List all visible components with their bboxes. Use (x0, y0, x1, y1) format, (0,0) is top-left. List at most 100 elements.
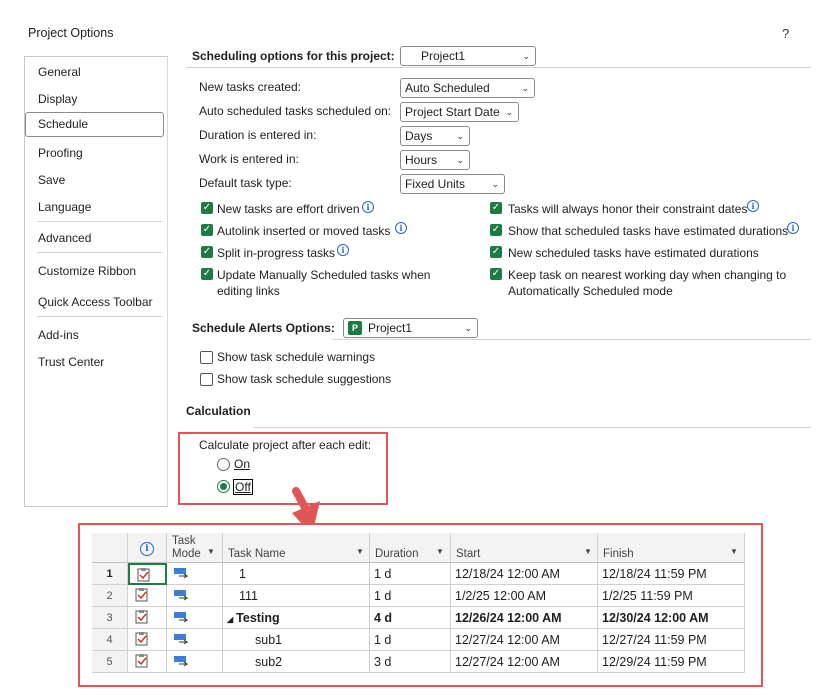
row-number[interactable]: 5 (92, 651, 128, 673)
row-number[interactable]: 3 (92, 607, 128, 629)
duration-cell[interactable]: 1 d (370, 629, 451, 651)
grid-corner[interactable] (92, 533, 128, 563)
task-name-column-header[interactable]: Task Name ▼ (223, 533, 370, 563)
sidebar-item-save[interactable]: Save (38, 173, 65, 187)
sidebar-divider (37, 316, 163, 317)
duration-cell[interactable]: 4 d (370, 607, 451, 629)
task-mode-cell[interactable] (167, 651, 223, 673)
sidebar-item-quick-access-toolbar[interactable]: Quick Access Toolbar (38, 295, 153, 309)
duration-cell[interactable]: 3 d (370, 651, 451, 673)
task-type-dropdown[interactable]: Fixed Units ⌄ (400, 174, 505, 194)
task-mode-cell[interactable] (167, 629, 223, 651)
help-button[interactable]: ? (782, 26, 789, 41)
task-mode-cell[interactable] (167, 607, 223, 629)
task-mode-cell[interactable] (167, 563, 223, 585)
new-tasks-value: Auto Scheduled (405, 81, 490, 95)
duration-column-header[interactable]: Duration ▼ (370, 533, 451, 563)
row-number[interactable]: 4 (92, 629, 128, 651)
task-mode-header-line2: Mode (172, 548, 201, 560)
info-icon: i (395, 222, 407, 234)
dropdown-arrow-icon[interactable]: ▼ (207, 547, 215, 556)
task-type-label: Default task type: (199, 176, 292, 190)
split-tasks-checkbox[interactable]: ✓ (201, 246, 213, 258)
keep-working-day-label-line2: Automatically Scheduled mode (508, 284, 673, 298)
sidebar-item-advanced[interactable]: Advanced (38, 231, 91, 245)
task-name-cell[interactable]: 111 (223, 585, 370, 607)
sidebar-item-proofing[interactable]: Proofing (38, 146, 83, 160)
auto-scheduled-icon (174, 568, 189, 579)
update-manual-checkbox[interactable]: ✓ (201, 268, 213, 280)
task-name-cell[interactable]: sub1 (223, 629, 370, 651)
info-icon: i (337, 244, 349, 256)
finish-column-header[interactable]: Finish ▼ (598, 533, 745, 563)
dropdown-arrow-icon[interactable]: ▼ (730, 547, 738, 556)
constraint-dates-checkbox[interactable]: ✓ (490, 202, 502, 214)
indicator-cell[interactable] (128, 651, 167, 673)
show-estimated-checkbox[interactable]: ✓ (490, 224, 502, 236)
indicator-cell[interactable] (128, 563, 167, 585)
indicator-cell[interactable] (128, 607, 167, 629)
options-sidebar: General Display Schedule Proofing Save L… (24, 56, 168, 507)
effort-driven-checkbox[interactable]: ✓ (201, 202, 213, 214)
scheduling-project-dropdown[interactable]: Project1 ⌄ (400, 46, 536, 66)
task-notes-icon (135, 588, 148, 602)
sidebar-item-general[interactable]: General (38, 65, 81, 79)
start-cell[interactable]: 12/27/24 12:00 AM (451, 651, 598, 673)
task-mode-column-header[interactable]: Task Mode ▼ (167, 533, 223, 563)
dropdown-arrow-icon[interactable]: ▼ (584, 547, 592, 556)
finish-cell[interactable]: 12/18/24 11:59 PM (598, 563, 745, 585)
chevron-down-icon: ⌄ (521, 83, 529, 93)
start-cell[interactable]: 1/2/25 12:00 AM (451, 585, 598, 607)
duration-dropdown[interactable]: Days ⌄ (400, 126, 470, 146)
show-estimated-label: Show that scheduled tasks have estimated… (508, 224, 789, 238)
sidebar-item-trust-center[interactable]: Trust Center (38, 355, 104, 369)
indicators-column-header[interactable]: i (128, 533, 167, 563)
keep-working-day-checkbox[interactable]: ✓ (490, 268, 502, 280)
finish-cell[interactable]: 12/30/24 12:00 AM (598, 607, 745, 629)
task-name-cell[interactable]: sub2 (223, 651, 370, 673)
new-estimated-checkbox[interactable]: ✓ (490, 246, 502, 258)
start-cell[interactable]: 12/18/24 12:00 AM (451, 563, 598, 585)
duration-cell[interactable]: 1 d (370, 563, 451, 585)
task-mode-cell[interactable] (167, 585, 223, 607)
row-number[interactable]: 2 (92, 585, 128, 607)
alerts-project-dropdown[interactable]: P Project1 ⌄ (343, 318, 478, 338)
auto-scheduled-label: Auto scheduled tasks scheduled on: (199, 104, 392, 118)
autolink-checkbox[interactable]: ✓ (201, 224, 213, 236)
start-cell[interactable]: 12/27/24 12:00 AM (451, 629, 598, 651)
work-dropdown[interactable]: Hours ⌄ (400, 150, 470, 170)
dropdown-arrow-icon[interactable]: ▼ (356, 547, 364, 556)
duration-cell[interactable]: 1 d (370, 585, 451, 607)
calc-off-radio[interactable] (217, 480, 230, 493)
auto-scheduled-value: Project Start Date (405, 105, 500, 119)
schedule-suggestions-checkbox[interactable] (200, 373, 213, 386)
calc-on-label: On (234, 457, 251, 471)
start-cell[interactable]: 12/26/24 12:00 AM (451, 607, 598, 629)
task-name-cell[interactable]: ◢ Testing (223, 607, 370, 629)
finish-cell[interactable]: 12/27/24 11:59 PM (598, 629, 745, 651)
task-notes-icon (135, 610, 148, 624)
info-icon: i (140, 542, 154, 556)
indicator-cell[interactable] (128, 585, 167, 607)
auto-scheduled-dropdown[interactable]: Project Start Date ⌄ (400, 102, 519, 122)
finish-cell[interactable]: 1/2/25 11:59 PM (598, 585, 745, 607)
dropdown-arrow-icon[interactable]: ▼ (436, 547, 444, 556)
chevron-down-icon: ⌄ (522, 51, 530, 61)
schedule-warnings-checkbox[interactable] (200, 351, 213, 364)
new-tasks-dropdown[interactable]: Auto Scheduled ⌄ (400, 78, 535, 98)
indicator-cell[interactable] (128, 629, 167, 651)
sidebar-item-display[interactable]: Display (38, 92, 77, 106)
sidebar-divider (37, 252, 163, 253)
sidebar-item-language[interactable]: Language (38, 200, 91, 214)
row-number[interactable]: 1 (92, 563, 128, 585)
chevron-down-icon: ⌄ (505, 107, 513, 117)
collapse-triangle-icon[interactable]: ◢ (227, 615, 236, 624)
sidebar-item-add-ins[interactable]: Add-ins (38, 328, 79, 342)
task-name-cell[interactable]: 1 (223, 563, 370, 585)
sidebar-item-schedule[interactable]: Schedule (25, 112, 164, 137)
calc-on-radio[interactable] (217, 458, 230, 471)
start-column-header[interactable]: Start ▼ (451, 533, 598, 563)
sidebar-item-customize-ribbon[interactable]: Customize Ribbon (38, 264, 136, 278)
finish-cell[interactable]: 12/29/24 11:59 PM (598, 651, 745, 673)
auto-scheduled-icon (174, 590, 189, 601)
